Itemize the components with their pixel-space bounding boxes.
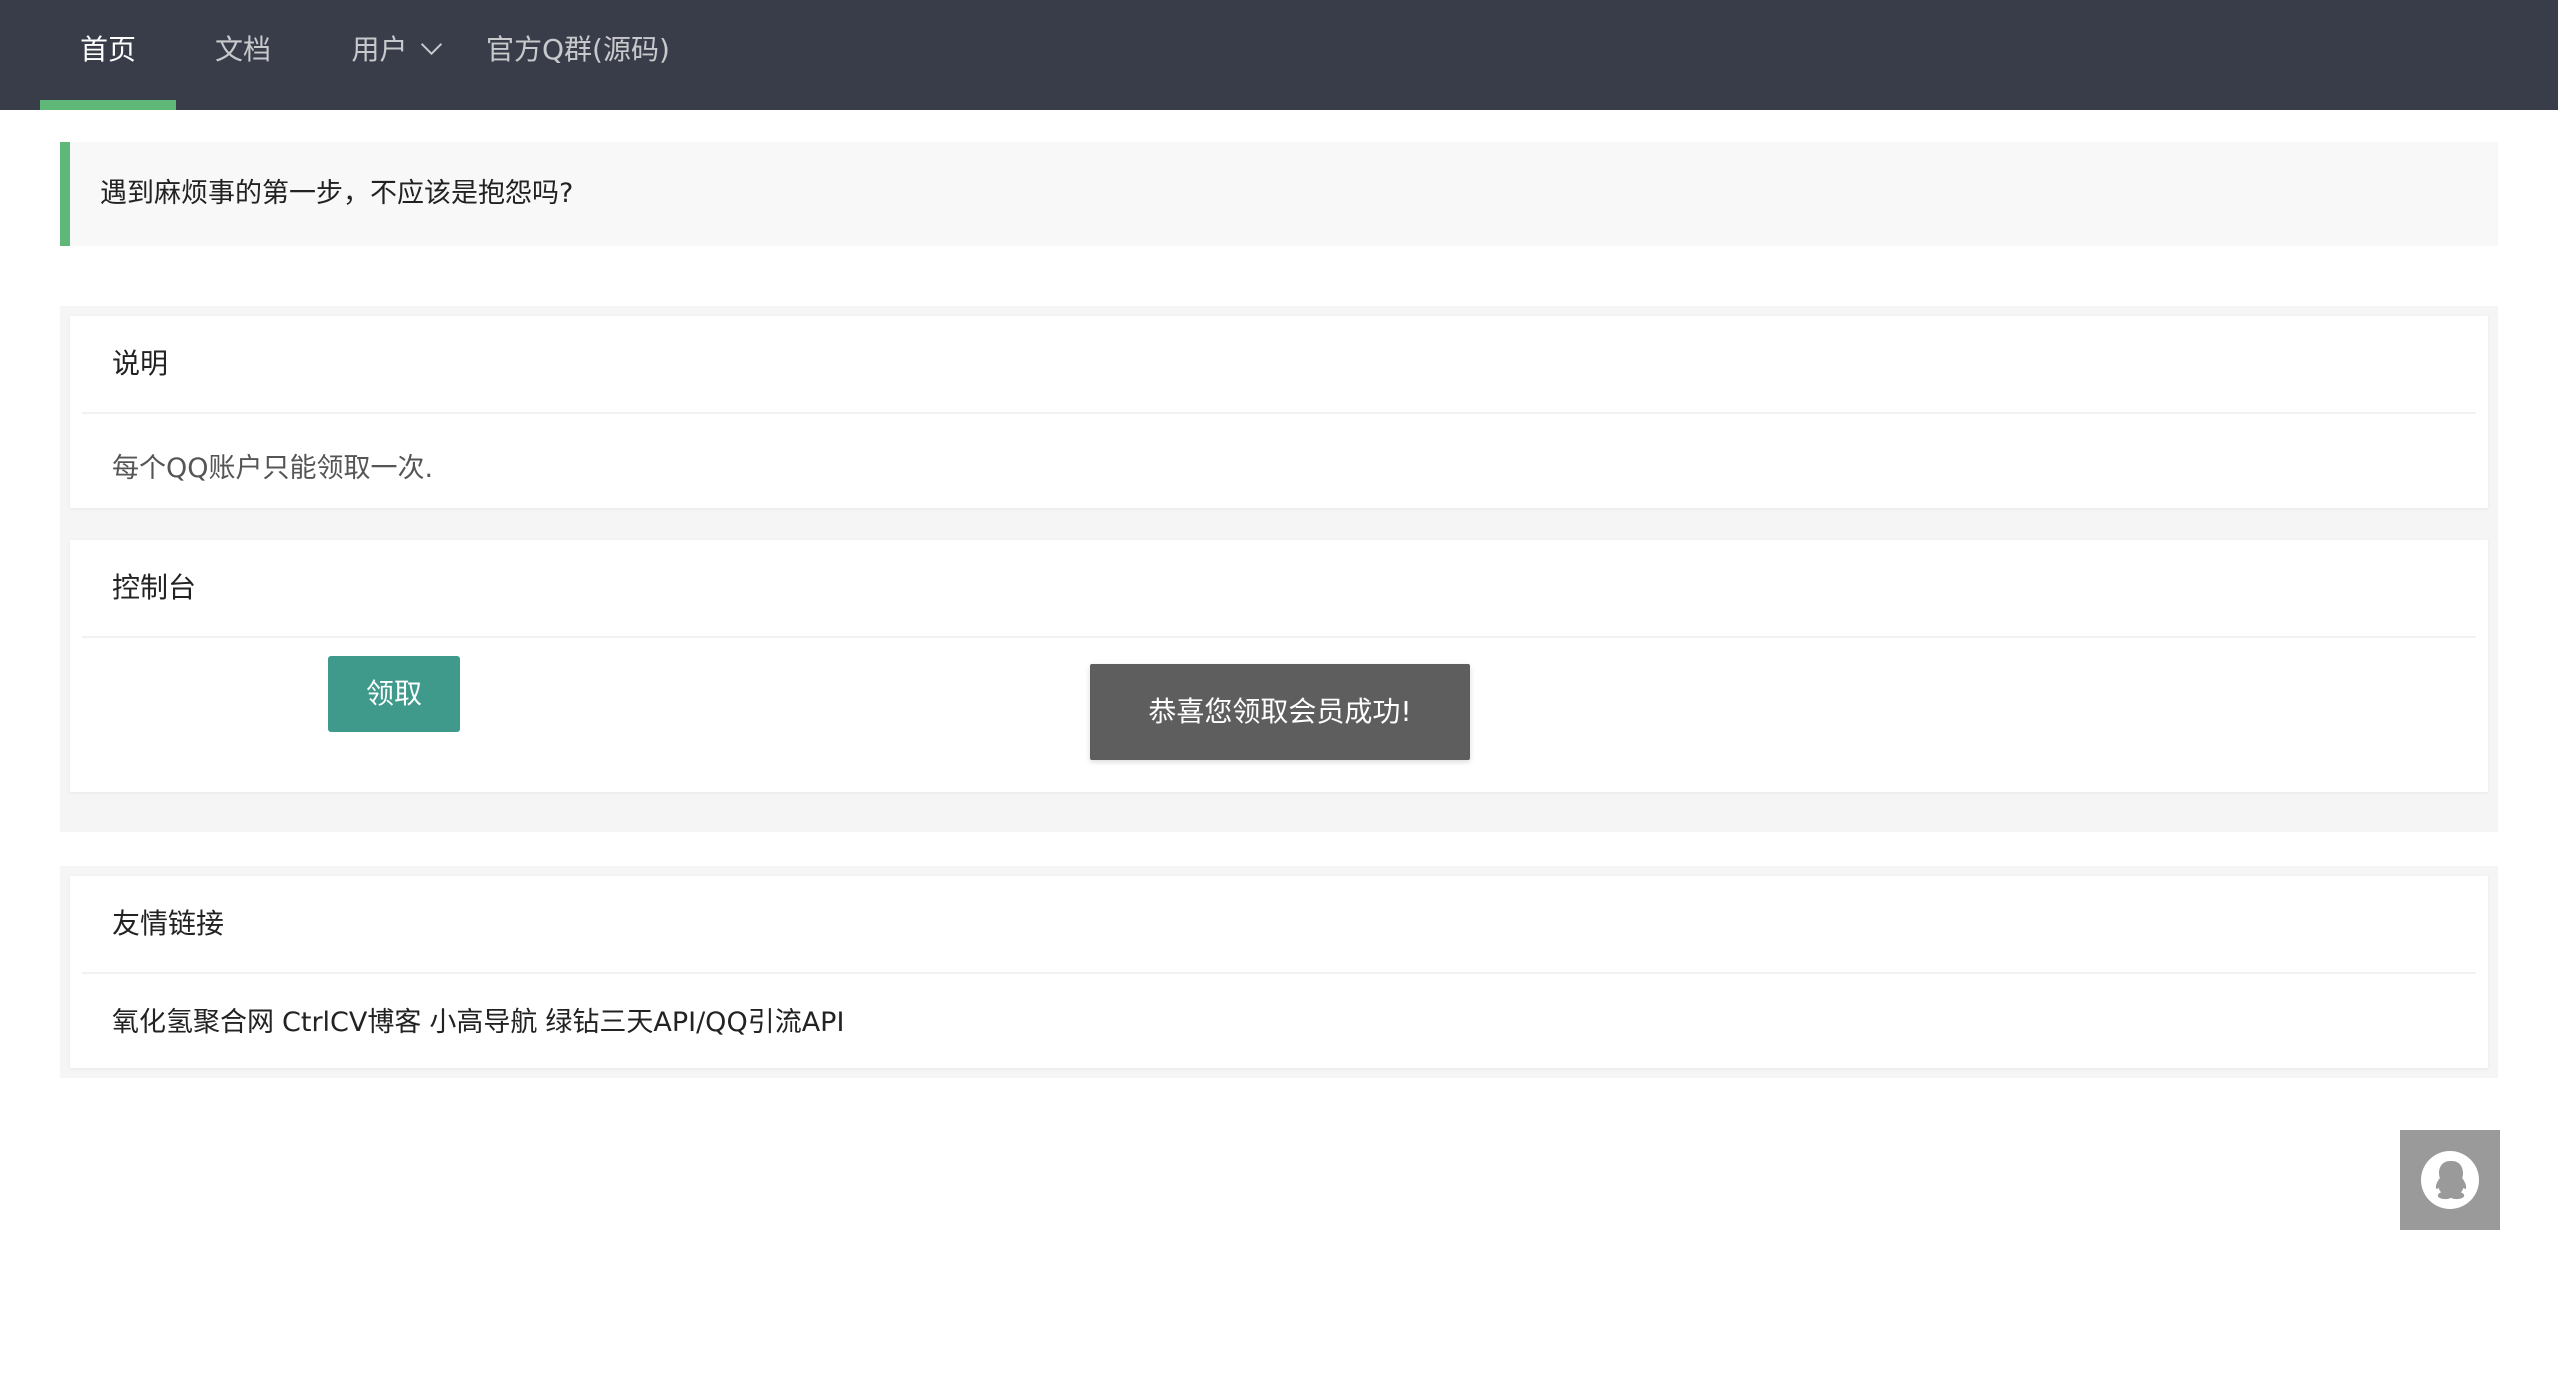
nav-active-indicator (40, 100, 176, 110)
link-item[interactable]: CtrlCV博客 (282, 1007, 421, 1038)
quote-text: 遇到麻烦事的第一步，不应该是抱怨吗? (100, 178, 574, 209)
nav-item-user-label: 用户 (351, 33, 408, 66)
claim-button[interactable]: 领取 (328, 656, 460, 732)
nav-item-qq-group[interactable]: 官方Q群(源码) (486, 0, 670, 100)
notice-card-body: 每个QQ账户只能领取一次. (112, 453, 434, 484)
qq-penguin-icon (2421, 1151, 2479, 1209)
divider (82, 972, 2476, 974)
chevron-down-icon (420, 33, 442, 56)
notice-card-title: 说明 (112, 347, 169, 380)
link-item[interactable]: 氧化氢聚合网 (112, 1007, 274, 1038)
divider (82, 412, 2476, 414)
qq-float-button[interactable] (2400, 1130, 2500, 1230)
link-item[interactable]: 小高导航 (429, 1007, 537, 1038)
console-card-title: 控制台 (112, 571, 197, 604)
link-item[interactable]: 绿钻三天API/QQ引流API (545, 1007, 844, 1038)
nav-item-user[interactable]: 用户 (326, 0, 464, 100)
links-card-title: 友情链接 (112, 907, 225, 940)
success-toast: 恭喜您领取会员成功! (1090, 664, 1470, 760)
divider (82, 636, 2476, 638)
nav-item-docs[interactable]: 文档 (190, 0, 296, 100)
notice-card: 说明 每个QQ账户只能领取一次. (70, 316, 2488, 508)
quote-block: 遇到麻烦事的第一步，不应该是抱怨吗? (60, 142, 2498, 246)
links-list: 氧化氢聚合网 CtrlCV博客 小高导航 绿钻三天API/QQ引流API (112, 1000, 852, 1039)
top-nav: 首页 文档 用户 官方Q群(源码) (0, 0, 2558, 110)
links-card: 友情链接 氧化氢聚合网 CtrlCV博客 小高导航 绿钻三天API/QQ引流API (70, 876, 2488, 1068)
nav-item-home[interactable]: 首页 (40, 0, 176, 100)
